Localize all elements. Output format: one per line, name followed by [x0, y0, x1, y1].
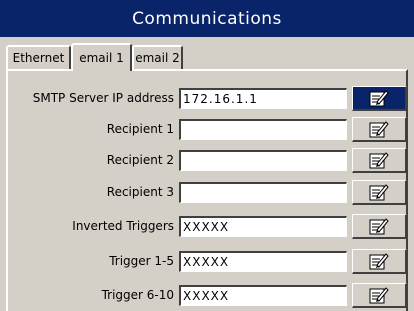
recipient-3-edit-button[interactable] [352, 180, 407, 205]
edit-pencil-icon [369, 253, 389, 270]
smtp-server-edit-button[interactable] [352, 86, 407, 111]
row-recipient-1: Recipient 1 [0, 117, 414, 142]
row-recipient-3: Recipient 3 [0, 180, 414, 205]
inverted-triggers-edit-button[interactable] [352, 214, 407, 239]
communications-window: Communications Ethernet email 1 email 2 … [0, 0, 414, 311]
tab-ethernet[interactable]: Ethernet [6, 45, 71, 69]
row-recipient-2: Recipient 2 [0, 148, 414, 173]
edit-pencil-icon [369, 121, 389, 138]
recipient-1-label: Recipient 1 [106, 122, 174, 136]
trigger-1-5-label: Trigger 1-5 [109, 254, 174, 268]
tab-email-1[interactable]: email 1 [71, 43, 132, 71]
trigger-1-5-edit-button[interactable] [352, 249, 407, 274]
recipient-2-label: Recipient 2 [106, 153, 174, 167]
window-title: Communications [0, 0, 414, 37]
inverted-triggers-label: Inverted Triggers [72, 219, 174, 233]
edit-pencil-icon [369, 90, 389, 107]
row-trigger-6-10: Trigger 6-10 XXXXX [0, 283, 414, 308]
row-smtp-server: SMTP Server IP address 172.16.1.1 [0, 86, 414, 111]
row-trigger-1-5: Trigger 1-5 XXXXX [0, 249, 414, 274]
recipient-2-edit-button[interactable] [352, 148, 407, 173]
tab-email-2[interactable]: email 2 [132, 45, 183, 69]
row-inverted-triggers: Inverted Triggers XXXXX [0, 214, 414, 239]
edit-pencil-icon [369, 287, 389, 304]
recipient-3-field[interactable] [179, 182, 347, 203]
recipient-1-edit-button[interactable] [352, 117, 407, 142]
inverted-triggers-field[interactable]: XXXXX [179, 216, 347, 237]
trigger-1-5-field[interactable]: XXXXX [179, 251, 347, 272]
smtp-server-label: SMTP Server IP address [32, 91, 174, 105]
trigger-6-10-field[interactable]: XXXXX [179, 285, 347, 306]
recipient-2-field[interactable] [179, 150, 347, 171]
trigger-6-10-edit-button[interactable] [352, 283, 407, 308]
edit-pencil-icon [369, 184, 389, 201]
recipient-3-label: Recipient 3 [106, 185, 174, 199]
edit-pencil-icon [369, 218, 389, 235]
smtp-server-field[interactable]: 172.16.1.1 [179, 88, 347, 109]
recipient-1-field[interactable] [179, 119, 347, 140]
trigger-6-10-label: Trigger 6-10 [101, 288, 174, 302]
edit-pencil-icon [369, 152, 389, 169]
